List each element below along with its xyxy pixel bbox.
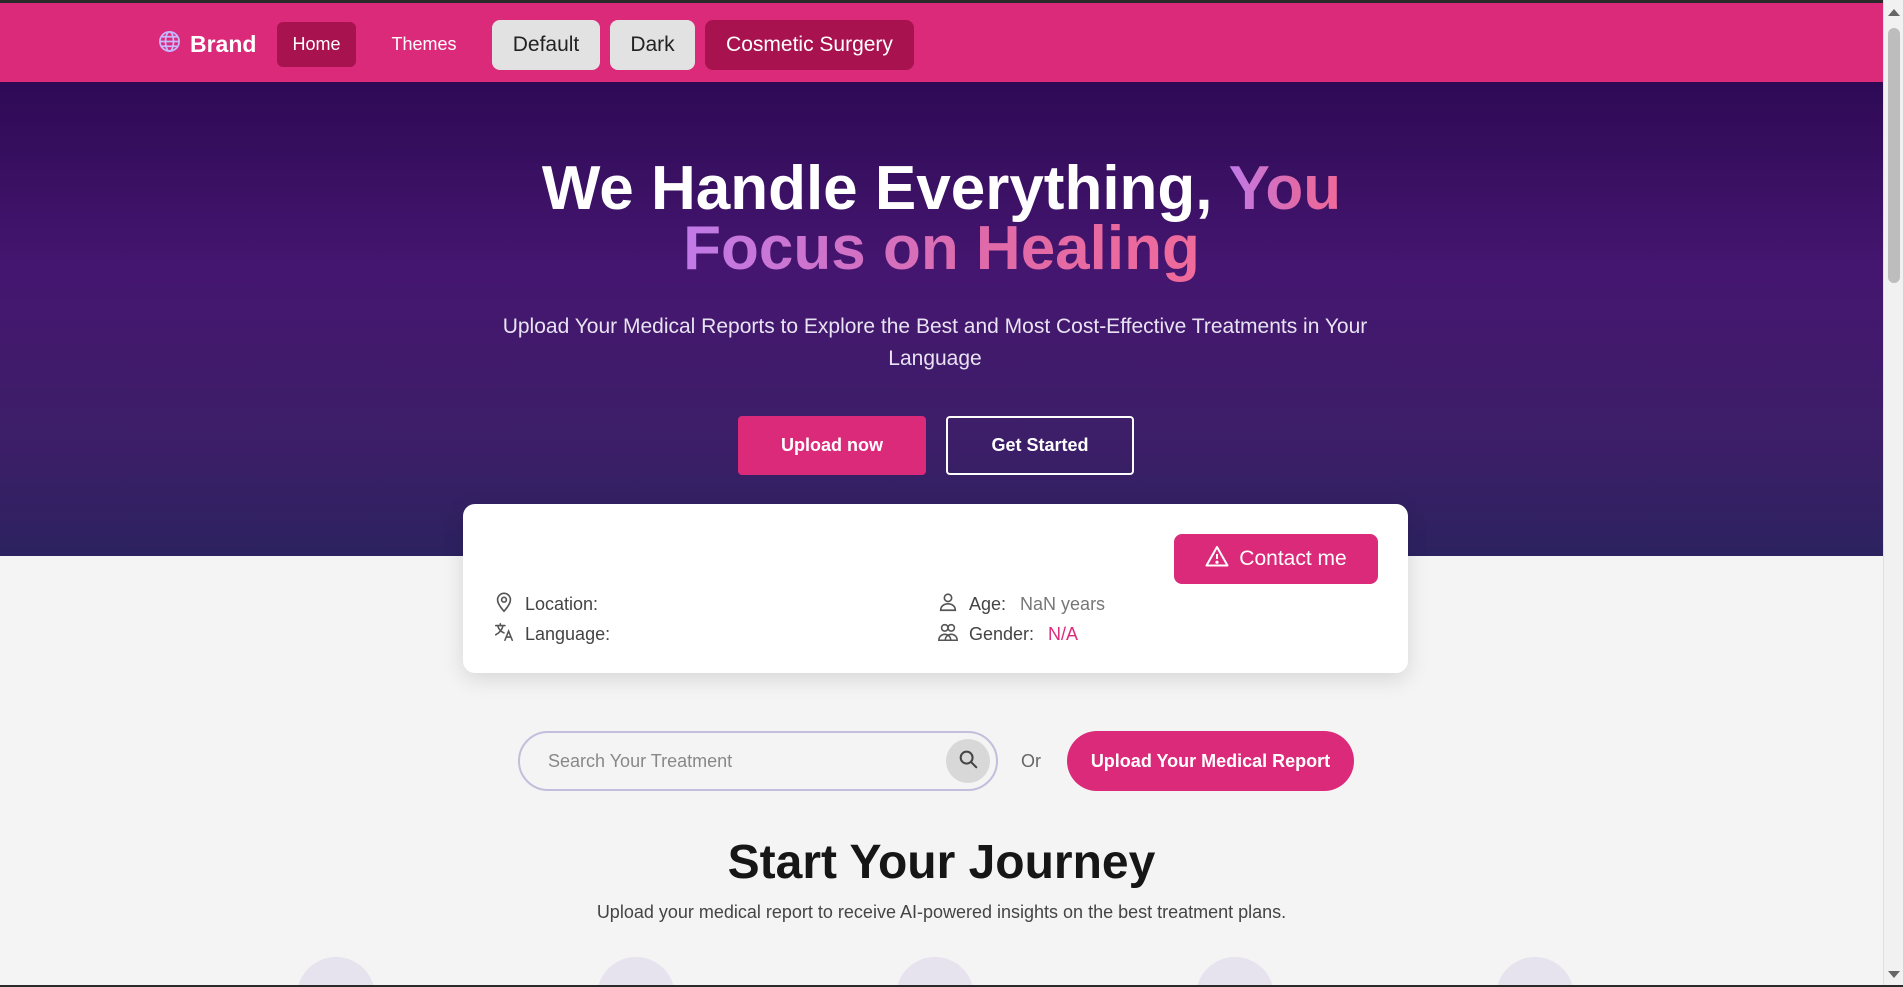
search-button[interactable] — [946, 739, 990, 783]
brand-logo[interactable]: Brand — [158, 30, 256, 59]
gender-label: Gender: — [969, 624, 1035, 644]
journey-step-5-icon — [1496, 957, 1574, 987]
hero-title: We Handle Everything, You Focus on Heali… — [0, 158, 1883, 280]
theme-dark-button[interactable]: Dark — [610, 20, 695, 70]
location-info: Location: — [493, 591, 612, 618]
page: Brand Home Themes Default Dark Cosmetic … — [0, 0, 1883, 987]
nav-themes[interactable]: Themes — [375, 22, 473, 67]
upload-medical-report-button[interactable]: Upload Your Medical Report — [1067, 731, 1354, 791]
theme-cosmetic-surgery-button[interactable]: Cosmetic Surgery — [705, 20, 914, 70]
scroll-down-arrow-icon[interactable] — [1888, 971, 1900, 978]
age-info: Age: NaN years — [937, 591, 1105, 618]
gender-value: N/A — [1048, 624, 1079, 644]
upload-now-button[interactable]: Upload now — [738, 416, 926, 475]
gender-info: Gender: N/A — [937, 621, 1078, 648]
location-pin-icon — [493, 591, 515, 618]
hero-subtitle: Upload Your Medical Reports to Explore t… — [502, 315, 1368, 370]
navbar: Brand Home Themes Default Dark Cosmetic … — [0, 0, 1883, 82]
nav-home[interactable]: Home — [277, 22, 356, 67]
age-label: Age: — [969, 594, 1007, 614]
page-scrollbar[interactable] — [1883, 0, 1903, 987]
theme-default-button[interactable]: Default — [492, 20, 600, 70]
profile-card: Contact me Location: Language: Age: NaN … — [463, 504, 1408, 673]
scroll-up-arrow-icon[interactable] — [1888, 9, 1900, 16]
language-info: Language: — [493, 621, 624, 648]
or-separator: Or — [1021, 751, 1041, 771]
journey-step-4-icon — [1196, 957, 1274, 987]
person-icon — [937, 591, 959, 618]
users-icon — [937, 621, 959, 648]
scrollbar-thumb[interactable] — [1888, 28, 1900, 283]
hero-title-plain: We Handle Everything, — [541, 154, 1229, 223]
journey-step-1-icon — [297, 957, 375, 987]
hero-title-highlight-1: You — [1228, 154, 1342, 223]
journey-step-3-icon — [896, 957, 974, 987]
contact-me-button[interactable]: Contact me — [1174, 534, 1378, 584]
journey-subtitle: Upload your medical report to receive AI… — [596, 902, 1287, 922]
translate-icon — [493, 621, 515, 648]
search-input[interactable] — [548, 733, 928, 789]
hero-section: We Handle Everything, You Focus on Heali… — [0, 82, 1883, 556]
search-icon — [957, 748, 979, 775]
language-label: Language: — [525, 624, 611, 644]
location-label: Location: — [525, 594, 599, 614]
globe-icon — [158, 30, 181, 59]
warning-icon — [1205, 545, 1229, 573]
age-value: NaN years — [1020, 594, 1106, 614]
hero-title-highlight-2: Focus on Healing — [683, 214, 1200, 283]
get-started-button[interactable]: Get Started — [946, 416, 1134, 475]
contact-me-label: Contact me — [1239, 547, 1347, 570]
journey-title: Start Your Journey — [727, 836, 1156, 889]
journey-step-2-icon — [597, 957, 675, 987]
search-box — [518, 731, 998, 791]
brand-name: Brand — [190, 31, 257, 57]
